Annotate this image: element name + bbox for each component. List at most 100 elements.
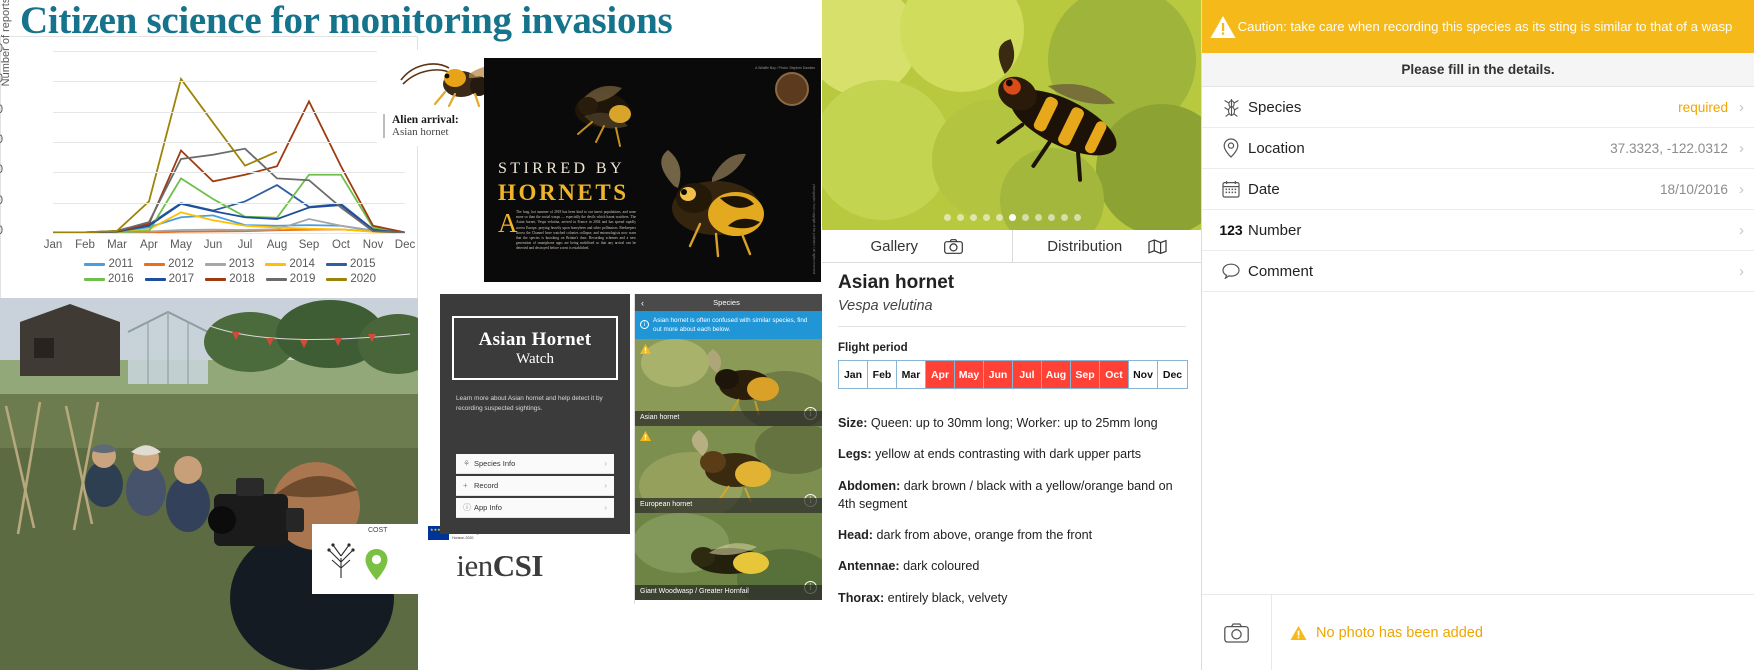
divider (838, 326, 1186, 327)
gallery-dot[interactable] (956, 214, 964, 221)
calendar-icon (1214, 180, 1248, 198)
flight-month-jun: Jun (984, 361, 1013, 388)
chevron-right-icon: › (604, 503, 607, 512)
insect-icon (1214, 98, 1248, 117)
legend-swatch (325, 262, 347, 266)
magazine-side-credit: photographs / text copyright of the publ… (812, 184, 816, 274)
chart-gridline (53, 142, 405, 143)
legend-label: 2020 (350, 273, 376, 285)
species-fact: Legs: yellow at ends contrasting with da… (838, 445, 1190, 463)
chart-x-tick: Apr (140, 239, 158, 251)
gallery-dot[interactable] (1073, 214, 1081, 221)
species-card-asian-hornet[interactable]: i Asian hornet (635, 339, 822, 426)
chart-gridline (53, 172, 405, 174)
legend-label: 2014 (289, 258, 315, 270)
comment-icon (1214, 263, 1248, 279)
form-row-comment[interactable]: Comment › (1202, 251, 1754, 292)
chevron-right-icon: › (1739, 139, 1744, 157)
allotment-photo (0, 298, 418, 670)
gallery-dot[interactable] (943, 214, 951, 221)
gallery-dot[interactable] (1021, 214, 1029, 221)
form-row-location[interactable]: Location 37.3323, -122.0312 › (1202, 128, 1754, 169)
chart-y-tick: 2000 (0, 104, 3, 116)
form-row-value: required (1678, 99, 1728, 115)
chart-gridline (53, 111, 405, 113)
form-row-date[interactable]: Date 18/10/2016 › (1202, 169, 1754, 210)
back-chevron-icon[interactable]: ‹ (635, 298, 644, 308)
app-navbar: ‹ Species (635, 294, 822, 311)
tab-distribution-label: Distribution (1047, 237, 1123, 255)
map-icon (1148, 238, 1167, 254)
species-fact-label: Legs: (838, 447, 872, 462)
form-row-value: 18/10/2016 (1659, 181, 1728, 197)
species-fact: Size: Queen: up to 30mm long; Worker: up… (838, 414, 1190, 432)
gallery-dot[interactable] (1008, 214, 1016, 221)
flight-month-jan: Jan (839, 361, 868, 388)
caution-text: Caution: take care when recording this s… (1237, 18, 1733, 34)
tab-gallery[interactable]: Gallery (822, 230, 1012, 262)
legend-label: 2018 (229, 273, 255, 285)
chart-plot-area (53, 51, 405, 234)
species-card-giant-woodwasp[interactable]: i Giant Woodwasp / Greater Hornfail (635, 513, 822, 600)
gallery-dot[interactable] (995, 214, 1003, 221)
legend-item-2013: 2013 (204, 258, 254, 270)
form-row-species[interactable]: Species required › (1202, 87, 1754, 128)
tab-distribution[interactable]: Distribution (1011, 230, 1202, 262)
chart-series-2020 (53, 76, 278, 233)
chart-x-tick: Feb (75, 239, 95, 251)
tab-gallery-label: Gallery (870, 237, 918, 255)
flight-month-feb: Feb (868, 361, 897, 388)
flight-month-apr: Apr (926, 361, 955, 388)
form-row-value: 37.3323, -122.0312 (1610, 140, 1728, 156)
species-fact-label: Thorax: (838, 590, 885, 605)
form-row-number[interactable]: 123 Number › (1202, 210, 1754, 251)
species-card-label: European hornet (635, 498, 822, 513)
flight-period-table: Jan Feb Mar Apr May Jun Jul Aug Sep Oct Nov Dec (838, 360, 1188, 389)
legend-item-2012: 2012 (144, 258, 194, 270)
species-card-label: Giant Woodwasp / Greater Hornfail (635, 585, 822, 600)
app-menu-label: App Info (474, 503, 502, 512)
gallery-dot[interactable] (982, 214, 990, 221)
legend-item-2018: 2018 (205, 273, 255, 285)
photo-status: No photo has been added (1272, 625, 1483, 641)
chart-x-tick: Jun (203, 239, 223, 251)
chart-y-tick: 2500 (0, 73, 3, 85)
species-fact-text: dark coloured (899, 559, 980, 574)
species-card-european-hornet[interactable]: i European hornet (635, 426, 822, 513)
gallery-dot[interactable] (1047, 214, 1055, 221)
gallery-dots[interactable] (822, 214, 1201, 221)
app-menu-species-info[interactable]: ⚘ Species Info › (456, 454, 614, 474)
app-title-card: Asian Hornet Watch (452, 316, 618, 380)
photo-status-text: No photo has been added (1316, 624, 1483, 641)
species-fact: Thorax: entirely black, velvety (838, 589, 1190, 607)
logo-wordmark: AlAlienienCSI (360, 548, 543, 584)
chart-y-tick: 0 (0, 225, 3, 237)
species-fact: Abdomen: dark brown / black with a yello… (838, 477, 1190, 514)
app-menu-app-info[interactable]: ⓘ App Info › (456, 498, 614, 518)
legend-item-2014: 2014 (265, 258, 315, 270)
species-fact-text: Queen: up to 30mm long; Worker: up to 25… (867, 416, 1158, 430)
species-latin-name: Vespa velutina (838, 298, 933, 314)
app-menu-label: Species Info (474, 459, 516, 468)
gallery-dot[interactable] (1034, 214, 1042, 221)
form-instruction: Please fill in the details. (1202, 53, 1754, 87)
aliencsi-logo: COST COST is supported by the EU Framewo… (312, 524, 543, 594)
camera-icon (944, 238, 963, 254)
legend-swatch (326, 277, 348, 281)
app-menu-record[interactable]: + Record › (456, 476, 614, 496)
gallery-dot[interactable] (1060, 214, 1068, 221)
legend-item-2020: 2020 (326, 273, 376, 285)
chart-y-tick: 500 (0, 195, 3, 207)
add-photo-button[interactable] (1202, 595, 1272, 670)
cost-label: COST (368, 527, 388, 534)
magazine-dropcap: A (498, 208, 518, 238)
legend-label: 2017 (168, 273, 195, 285)
flight-month-mar: Mar (897, 361, 926, 388)
gallery-dot[interactable] (969, 214, 977, 221)
magazine-headline: STIRRED BY HORNETS (498, 160, 668, 206)
species-fact-label: Size: (838, 416, 868, 430)
magazine-badge (775, 72, 809, 106)
magazine-headline-line2: HORNETS (498, 180, 629, 205)
logo-mark (324, 540, 358, 580)
form-row-label: Number (1248, 221, 1302, 239)
